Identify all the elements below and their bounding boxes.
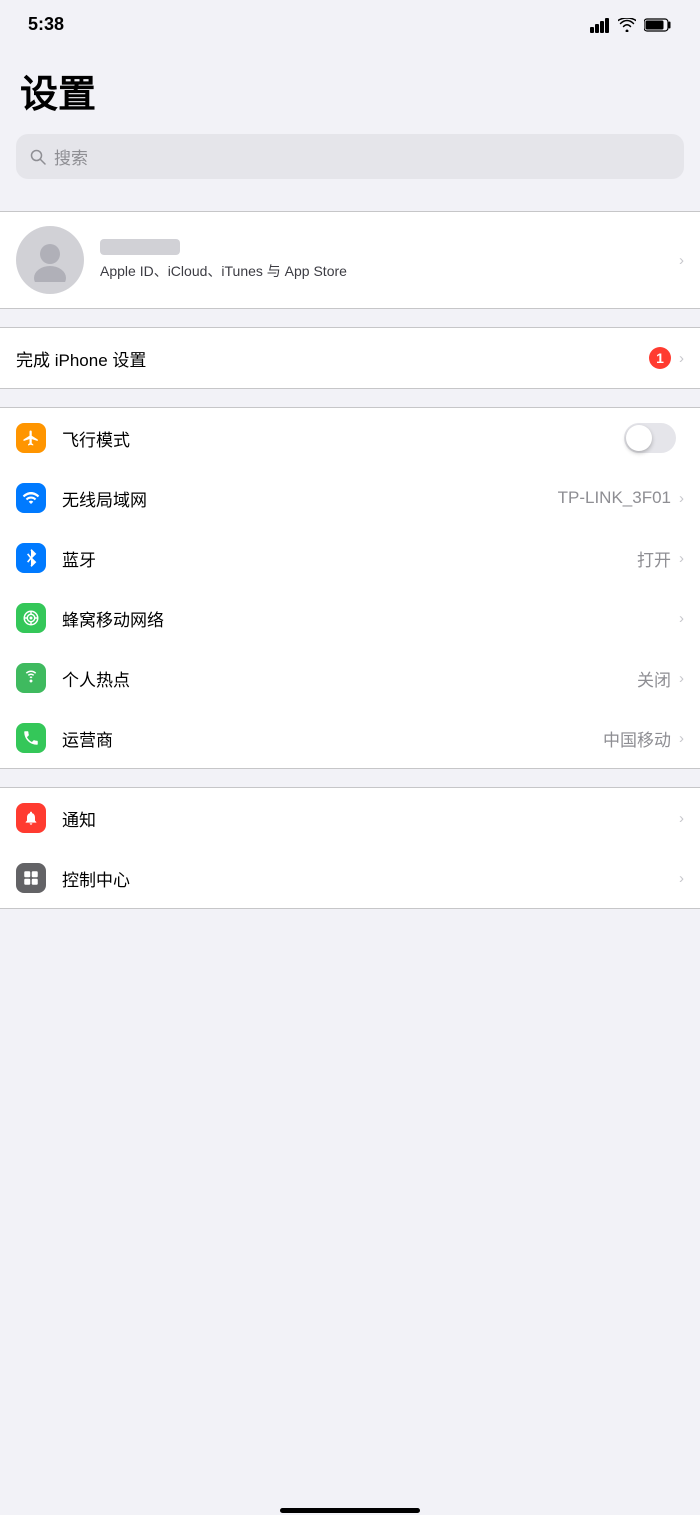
wifi-chevron: › [679,490,684,507]
signal-icon [590,17,610,33]
notification-item[interactable]: 通知 › [0,788,700,848]
bottom-bar [0,1509,700,1515]
bluetooth-label: 蓝牙 [62,546,637,571]
section-gap-1 [0,193,700,211]
profile-subtitle: Apple ID、iCloud、iTunes 与 App Store [100,263,347,279]
notification-icon [16,803,46,833]
carrier-item[interactable]: 运营商 中国移动 › [0,708,700,768]
carrier-icon [16,723,46,753]
bluetooth-value: 打开 [637,546,671,571]
carrier-value: 中国移动 [603,726,671,751]
status-bar: 5:38 [0,0,700,43]
carrier-chevron: › [679,730,684,747]
avatar-icon [28,238,72,282]
notification-label: 通知 [62,806,679,831]
airplane-label: 飞行模式 [62,426,624,451]
cellular-icon [16,603,46,633]
profile-chevron: › [679,252,684,269]
status-icons [590,17,672,33]
home-indicator [280,1508,420,1513]
status-time: 5:38 [28,14,64,35]
setup-chevron: › [679,350,684,367]
control-center-item[interactable]: 控制中心 › [0,848,700,908]
battery-icon [644,18,672,32]
airplane-mode-item[interactable]: 飞行模式 [0,408,700,468]
hotspot-chevron: › [679,670,684,687]
search-placeholder: 搜索 [54,144,88,169]
control-center-icon [16,863,46,893]
profile-avatar [16,226,84,294]
setup-label: 完成 iPhone 设置 [16,346,649,371]
wifi-value: TP-LINK_3F01 [558,488,671,508]
control-center-chevron: › [679,870,684,887]
cellular-label: 蜂窝移动网络 [62,606,679,631]
airplane-toggle[interactable] [624,423,676,453]
hotspot-label: 个人热点 [62,666,637,691]
wifi-icon [16,483,46,513]
system-section: 通知 › 控制中心 › [0,787,700,909]
profile-name-blurred [100,239,180,255]
wifi-status-icon [618,18,636,32]
section-gap-3 [0,389,700,407]
airplane-icon [16,423,46,453]
wifi-item[interactable]: 无线局域网 TP-LINK_3F01 › [0,468,700,528]
cellular-item[interactable]: 蜂窝移动网络 › [0,588,700,648]
bottom-padding [0,909,700,969]
carrier-label: 运营商 [62,726,603,751]
notification-chevron: › [679,810,684,827]
control-center-label: 控制中心 [62,866,679,891]
bluetooth-item[interactable]: 蓝牙 打开 › [0,528,700,588]
hotspot-item[interactable]: 个人热点 关闭 › [0,648,700,708]
settings-title-section: 设置 [0,43,700,128]
section-gap-2 [0,309,700,327]
hotspot-icon [16,663,46,693]
search-container: 搜索 [0,128,700,193]
wifi-label: 无线局域网 [62,486,558,511]
setup-badge: 1 [649,347,671,369]
search-bar[interactable]: 搜索 [16,134,684,179]
search-icon [30,149,46,165]
network-section: 飞行模式 无线局域网 TP-LINK_3F01 › 蓝牙 打开 › [0,407,700,769]
page-title: 设置 [20,63,680,118]
bluetooth-icon [16,543,46,573]
cellular-chevron: › [679,610,684,627]
profile-info: Apple ID、iCloud、iTunes 与 App Store [100,239,679,281]
setup-section: 完成 iPhone 设置 1 › [0,327,700,389]
setup-item[interactable]: 完成 iPhone 设置 1 › [0,328,700,388]
section-gap-4 [0,769,700,787]
profile-section: Apple ID、iCloud、iTunes 与 App Store › [0,211,700,309]
profile-row[interactable]: Apple ID、iCloud、iTunes 与 App Store › [0,212,700,308]
hotspot-value: 关闭 [637,666,671,691]
bluetooth-chevron: › [679,550,684,567]
